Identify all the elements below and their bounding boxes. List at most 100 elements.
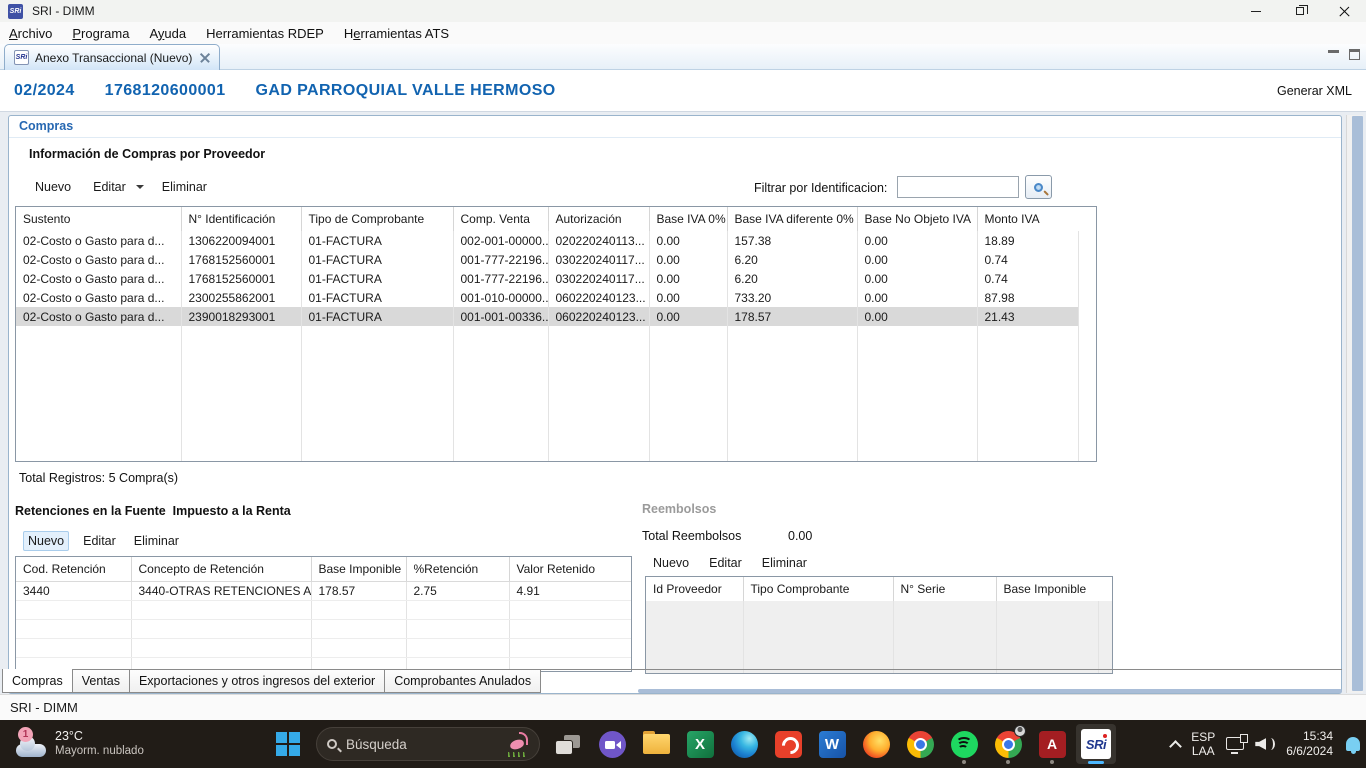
minimize-button[interactable] [1234, 0, 1278, 22]
column-header[interactable]: Base No Objeto IVA [857, 207, 977, 231]
table-row[interactable]: 02-Costo o Gasto para d... 2300255862001… [16, 288, 1096, 307]
column-header[interactable]: N° Serie [893, 577, 996, 601]
table-row[interactable]: 02-Costo o Gasto para d... 2390018293001… [16, 307, 1096, 326]
taskbar-icon-excel[interactable]: X [680, 724, 720, 764]
bottom-tab[interactable]: Ventas [72, 670, 130, 693]
window-controls [1234, 0, 1366, 22]
empty-cell [548, 383, 649, 402]
column-header[interactable]: Autorización [548, 207, 649, 231]
taskbar-icon-task-view[interactable] [548, 724, 588, 764]
empty-cell [181, 459, 301, 462]
cell-base-iva-0: 0.00 [649, 231, 727, 250]
taskbar-search[interactable]: Búsqueda [316, 727, 540, 761]
cell-monto-iva: 87.98 [977, 288, 1078, 307]
minimize-view-icon[interactable] [1328, 49, 1339, 53]
tray-expand-icon[interactable] [1169, 740, 1182, 753]
notifications-bell-icon[interactable] [1346, 737, 1360, 751]
table-row[interactable]: 02-Costo o Gasto para d... 1768152560001… [16, 269, 1096, 288]
menu-item[interactable]: Herramientas RDEP [199, 26, 331, 41]
eliminar-button[interactable]: Eliminar [758, 554, 811, 572]
menu-item[interactable]: Archivo [2, 26, 59, 41]
cell-concepto: 3440-OTRAS RETENCIONES A... [131, 581, 311, 600]
cell-identificacion: 1768152560001 [181, 250, 301, 269]
taskbar-icon-edge[interactable] [724, 724, 764, 764]
close-button[interactable] [1322, 0, 1366, 22]
period-label: 02/2024 [14, 82, 75, 100]
start-button[interactable] [268, 724, 308, 764]
filter-search-button[interactable] [1025, 175, 1052, 199]
taskbar-icon-sri-dimm[interactable]: SRi [1076, 724, 1116, 764]
column-header[interactable]: Tipo de Comprobante [301, 207, 453, 231]
menu-item[interactable]: Programa [65, 26, 136, 41]
empty-cell [131, 619, 311, 638]
network-icon[interactable] [1226, 737, 1244, 750]
eliminar-button[interactable]: Eliminar [130, 532, 183, 550]
clock[interactable]: 15:34 6/6/2024 [1286, 729, 1333, 759]
empty-cell [1078, 459, 1096, 462]
eliminar-button[interactable]: Eliminar [158, 178, 211, 196]
taskbar-icon-clipchamp[interactable] [592, 724, 632, 764]
tab-close-icon[interactable] [200, 53, 210, 63]
cell-identificacion: 1306220094001 [181, 231, 301, 250]
editar-dropdown-icon[interactable] [136, 185, 144, 189]
column-header[interactable]: Base Imponible [996, 577, 1098, 601]
empty-cell [727, 383, 857, 402]
restore-button[interactable] [1278, 0, 1322, 22]
maximize-view-icon[interactable] [1349, 49, 1360, 60]
column-header[interactable]: N° Identificación [181, 207, 301, 231]
cell-base-iva-diferente: 6.20 [727, 250, 857, 269]
table-row[interactable]: 3440 3440-OTRAS RETENCIONES A... 178.57 … [16, 581, 631, 600]
table-row[interactable]: 02-Costo o Gasto para d... 1306220094001… [16, 231, 1096, 250]
column-header[interactable]: Base Imponible [311, 557, 406, 581]
table-row[interactable]: 02-Costo o Gasto para d... 1768152560001… [16, 250, 1096, 269]
bottom-tab[interactable]: Comprobantes Anulados [384, 670, 541, 693]
editar-button[interactable]: Editar [89, 178, 130, 196]
bottom-tab[interactable]: Compras [2, 670, 73, 693]
language-indicator[interactable]: ESP LAA [1191, 730, 1215, 758]
generate-xml-button[interactable]: Generar XML [1277, 84, 1352, 98]
taskbar-icon-chrome[interactable] [900, 724, 940, 764]
column-header[interactable]: Cod. Retención [16, 557, 131, 581]
column-header[interactable]: Concepto de Retención [131, 557, 311, 581]
column-header[interactable]: %Retención [406, 557, 509, 581]
cell-filler [1078, 231, 1096, 250]
column-header[interactable]: Base IVA 0% [649, 207, 727, 231]
vertical-scrollbar[interactable] [1346, 115, 1363, 693]
column-header[interactable]: Comp. Venta [453, 207, 548, 231]
editar-button[interactable]: Editar [79, 532, 120, 550]
column-header[interactable]: Tipo Comprobante [743, 577, 893, 601]
column-header[interactable]: Base IVA diferente 0% [727, 207, 857, 231]
cell-base-no-objeto: 0.00 [857, 231, 977, 250]
column-header[interactable]: Id Proveedor [646, 577, 743, 601]
scrollbar-thumb[interactable] [1352, 116, 1363, 691]
bottom-tab[interactable]: Exportaciones y otros ingresos del exter… [129, 670, 385, 693]
tab-anexo-transaccional[interactable]: SRi Anexo Transaccional (Nuevo) [4, 44, 220, 70]
column-header[interactable]: Sustento [16, 207, 181, 231]
taskbar-icon-spotify[interactable] [944, 724, 984, 764]
nuevo-button[interactable]: Nuevo [23, 531, 69, 551]
taskbar-icon-word[interactable]: W [812, 724, 852, 764]
cell-comp-venta: 001-777-22196... [453, 269, 548, 288]
taskbar-icon-acrobat[interactable]: A [1032, 724, 1072, 764]
menu-item[interactable]: Ayuda [142, 26, 193, 41]
taskbar-icon-firefox[interactable] [856, 724, 896, 764]
empty-cell [727, 402, 857, 421]
column-header[interactable]: Valor Retenido [509, 557, 631, 581]
cell-monto-iva: 18.89 [977, 231, 1078, 250]
editar-button[interactable]: Editar [705, 554, 746, 572]
nuevo-button[interactable]: Nuevo [649, 554, 693, 572]
nuevo-button[interactable]: Nuevo [31, 178, 75, 196]
menu-item[interactable]: Herramientas ATS [337, 26, 456, 41]
taskbar-icon-file-explorer[interactable] [636, 724, 676, 764]
taskbar-icon-chrome-profile[interactable] [988, 724, 1028, 764]
volume-icon[interactable] [1255, 736, 1275, 752]
filter-input[interactable] [897, 176, 1019, 198]
weather-widget[interactable]: 1 23°C Mayorm. nublado [10, 724, 150, 764]
cell-base-iva-0: 0.00 [649, 269, 727, 288]
empty-cell [509, 600, 631, 619]
empty-cell [727, 459, 857, 462]
view-tab-label: Anexo Transaccional (Nuevo) [35, 51, 192, 65]
column-header[interactable]: Monto IVA [977, 207, 1078, 231]
taskbar-icon-pdf-app[interactable] [768, 724, 808, 764]
empty-cell [16, 402, 181, 421]
